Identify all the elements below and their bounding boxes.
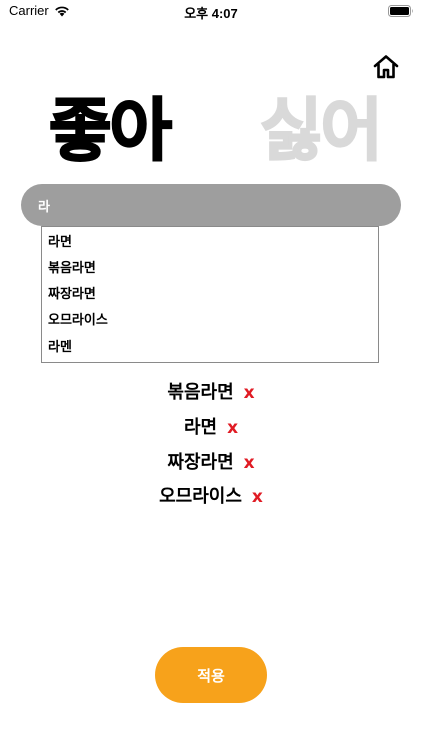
selected-item-label: 오므라이스 (159, 486, 242, 507)
search-bar (21, 184, 401, 226)
apply-button[interactable]: 적용 (155, 647, 267, 703)
battery-icon (388, 5, 413, 17)
selected-item-label: 볶음라면 (167, 382, 234, 403)
tab-like[interactable]: 좋아 (48, 91, 173, 172)
selected-item: 오므라이스 x (0, 482, 422, 508)
selected-item: 볶음라면 x (0, 378, 422, 404)
tab-dislike[interactable]: 싫어 (259, 91, 384, 172)
home-icon[interactable] (372, 53, 400, 81)
suggestion-item[interactable]: 오므라이스 (48, 309, 108, 328)
remove-button[interactable]: x (244, 453, 255, 473)
selected-item-label: 라면 (183, 417, 218, 438)
suggestion-item[interactable]: 짜장라면 (48, 283, 96, 302)
selected-item: 짜장라면 x (0, 448, 422, 474)
search-input[interactable] (38, 184, 378, 226)
remove-button[interactable]: x (252, 487, 263, 507)
status-bar: Carrier 오후 4:07 (0, 0, 422, 24)
suggestion-list: 라면 볶음라면 짜장라면 오므라이스 라멘 (41, 226, 379, 363)
remove-button[interactable]: x (244, 383, 255, 403)
clock: 오후 4:07 (184, 6, 238, 21)
selected-item-label: 짜장라면 (167, 452, 234, 473)
remove-button[interactable]: x (227, 418, 238, 438)
selected-item: 라면 x (0, 413, 422, 439)
suggestion-item[interactable]: 볶음라면 (48, 257, 96, 276)
suggestion-item[interactable]: 라멘 (48, 336, 72, 355)
suggestion-item[interactable]: 라면 (48, 231, 72, 250)
